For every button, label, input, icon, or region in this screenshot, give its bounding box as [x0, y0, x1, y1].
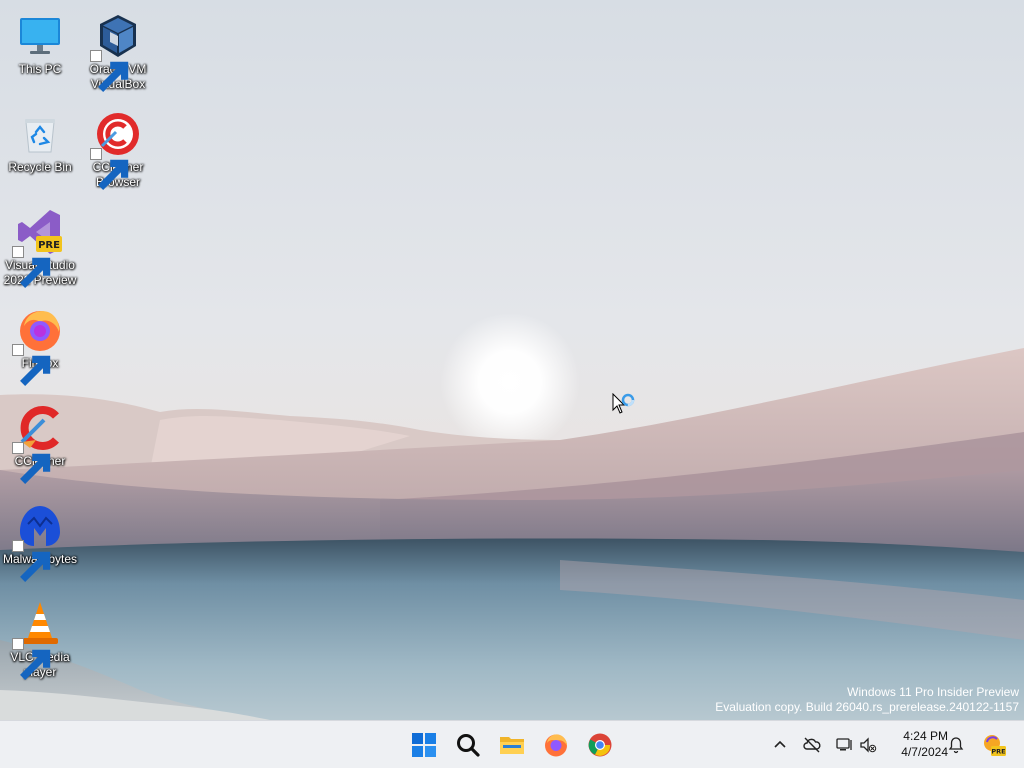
- notifications-button[interactable]: [944, 733, 968, 757]
- watermark-build: Evaluation copy. Build 26040.rs_prerelea…: [715, 700, 1019, 714]
- clock-date: 4/7/2024: [901, 745, 948, 759]
- malwarebytes-icon: [12, 502, 64, 582]
- shortcut-arrow-icon: [12, 540, 51, 582]
- firefox-taskbar-button[interactable]: [536, 725, 576, 765]
- watermark-edition: Windows 11 Pro Insider Preview: [847, 685, 1019, 699]
- shortcut-arrow-icon: [12, 638, 51, 680]
- show-hidden-icons-button[interactable]: [768, 733, 792, 757]
- desktop-icon-ccleaner-browser[interactable]: CCleaner Browser: [78, 106, 158, 198]
- network-icon: [835, 736, 853, 754]
- network-tray-button[interactable]: [832, 733, 856, 757]
- start-button[interactable]: [404, 725, 444, 765]
- ccleaner-icon: [12, 404, 64, 484]
- search-icon: [455, 732, 481, 758]
- firefox-icon: [543, 732, 569, 758]
- onedrive-offline-icon: [803, 736, 821, 754]
- shortcut-arrow-icon: [12, 344, 51, 386]
- evaluation-watermark: Windows 11 Pro Insider Preview Evaluatio…: [715, 685, 1019, 715]
- desktop-icon-malwarebytes[interactable]: Malwarebytes: [0, 498, 80, 590]
- desktop-icon-firefox[interactable]: Firefox: [0, 302, 80, 394]
- desktop-icon-recycle-bin[interactable]: Recycle Bin: [0, 106, 80, 198]
- desktop-icon-vlc[interactable]: VLC media player: [0, 596, 80, 688]
- search-button[interactable]: [448, 725, 488, 765]
- desktop-icon-label: This PC: [18, 62, 62, 76]
- shortcut-arrow-icon: [12, 442, 51, 484]
- chrome-icon: [587, 732, 613, 758]
- svg-text:PRE: PRE: [991, 748, 1005, 756]
- chrome-taskbar-button[interactable]: [580, 725, 620, 765]
- notification-bell-icon: [947, 736, 965, 754]
- desktop-icon-visual-studio[interactable]: PRE Visual Studio 2022 Preview: [0, 204, 80, 296]
- monitor-icon: [16, 12, 64, 60]
- taskbar: 4:24 PM 4/7/2024 PRE: [0, 720, 1024, 768]
- volume-tray-button[interactable]: [856, 733, 880, 757]
- onedrive-tray-button[interactable]: [800, 733, 824, 757]
- busy-cursor-icon: [612, 392, 640, 421]
- desktop-icon-this-pc[interactable]: This PC: [0, 8, 80, 100]
- clock-time: 4:24 PM: [903, 729, 948, 743]
- vlc-cone-icon: [12, 600, 64, 680]
- firefox-icon: [12, 306, 64, 386]
- desktop-icon-label: Recycle Bin: [8, 160, 72, 174]
- file-explorer-button[interactable]: [492, 725, 532, 765]
- visual-studio-preview-icon: PRE: [12, 208, 64, 288]
- file-explorer-icon: [499, 732, 525, 758]
- shortcut-arrow-icon: [12, 246, 51, 288]
- desktop[interactable]: This PC Oracle VM VirtualBox Recycle Bin…: [0, 0, 1024, 720]
- clock[interactable]: 4:24 PM 4/7/2024: [884, 728, 948, 760]
- chevron-up-icon: [771, 736, 789, 754]
- desktop-icon-virtualbox[interactable]: Oracle VM VirtualBox: [78, 8, 158, 100]
- windows-start-icon: [411, 732, 437, 758]
- virtualbox-icon: [90, 12, 142, 92]
- desktop-icon-ccleaner[interactable]: CCleaner: [0, 400, 80, 492]
- shortcut-arrow-icon: [90, 50, 129, 92]
- copilot-button[interactable]: PRE: [980, 733, 1008, 757]
- copilot-pre-icon: PRE: [982, 733, 1006, 757]
- ccleaner-browser-icon: [90, 110, 142, 190]
- recycle-bin-icon: [16, 110, 64, 158]
- volume-muted-icon: [859, 736, 877, 754]
- shortcut-arrow-icon: [90, 148, 129, 190]
